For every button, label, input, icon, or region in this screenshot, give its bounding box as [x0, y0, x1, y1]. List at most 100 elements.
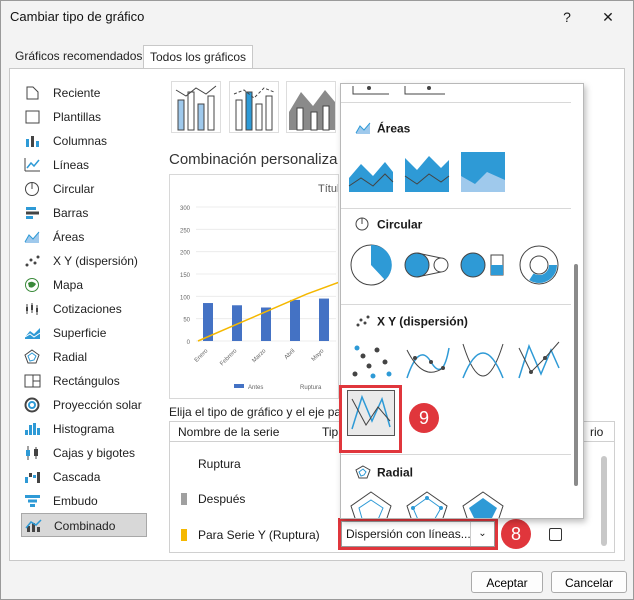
combo-variant-3-option[interactable] [286, 81, 336, 133]
sidebar-item-label: Rectángulos [53, 374, 120, 388]
sidebar-item-label: Radial [53, 350, 88, 364]
sidebar-item-label: Barras [53, 206, 89, 220]
sidebar-item-treemap[interactable]: Rectángulos [21, 369, 147, 393]
treemap-chart-icon [24, 373, 41, 389]
sidebar-item-label: Superficie [53, 326, 107, 340]
help-button[interactable]: ? [557, 7, 577, 27]
sidebar-item-box-whisker[interactable]: Cajas y bigotes [21, 441, 147, 465]
waterfall-chart-icon [24, 469, 41, 485]
column-chart-icon [24, 133, 41, 149]
x-tick-label: Mayo [311, 348, 326, 363]
sidebar-item-histogram[interactable]: Histograma [21, 417, 147, 441]
secondary-axis-checkbox[interactable] [549, 528, 562, 541]
doughnut-option[interactable] [515, 242, 563, 288]
dropdown-scrollbar[interactable] [574, 264, 578, 486]
sidebar-item-waterfall[interactable]: Cascada [21, 465, 147, 489]
sidebar-item-combo[interactable]: Combinado [21, 513, 147, 537]
sidebar-item-label: Embudo [53, 494, 98, 508]
sidebar-item-label: Áreas [53, 230, 85, 244]
scatter-smooth-markers-option[interactable] [403, 338, 451, 384]
x-tick-label: Abril [284, 348, 297, 361]
tab-recommended-charts[interactable]: Gráficos recomendados [9, 45, 148, 67]
y-tick-label: 150 [180, 273, 191, 279]
bar [290, 299, 300, 341]
cancel-button[interactable]: Cancelar [551, 571, 627, 593]
sidebar-item-label: Cotizaciones [53, 302, 122, 316]
chart-preview-canvas: 300 250 200 150 100 50 0Enero Febrero Marzo Abril… [180, 206, 338, 391]
sidebar-item-label: Mapa [53, 278, 84, 292]
callout-badge-9: 9 [409, 403, 439, 433]
bar-chart-icon [24, 205, 41, 221]
x-tick-label: Marzo [251, 348, 267, 364]
divider [341, 454, 571, 455]
sidebar-item-bars[interactable]: Barras [21, 201, 147, 225]
sidebar-item-columns[interactable]: Columnas [21, 129, 147, 153]
x-tick-label: Enero [194, 348, 210, 364]
y-tick-label: 200 [180, 251, 191, 257]
recent-icon [24, 85, 41, 101]
sidebar-item-surface[interactable]: Superficie [21, 321, 147, 345]
sidebar-item-areas[interactable]: Áreas [21, 225, 147, 249]
legend-label: Ruptura [300, 385, 322, 391]
legend-label: Antes [248, 385, 263, 391]
scatter-chart-icon [355, 314, 371, 331]
sidebar-item-lines[interactable]: Líneas [21, 153, 147, 177]
scatter-smooth-lines-option[interactable] [459, 338, 507, 384]
divider [341, 208, 571, 209]
sidebar-item-sunburst[interactable]: Proyección solar [21, 393, 147, 417]
sidebar-item-stock[interactable]: Cotizaciones [21, 297, 147, 321]
callout-highlight-9 [339, 385, 402, 453]
bar-of-pie-option[interactable] [459, 242, 507, 288]
callout-highlight-8 [338, 518, 498, 550]
sidebar-item-label: Histograma [53, 422, 115, 436]
y-tick-label: 250 [180, 228, 191, 234]
divider [341, 102, 571, 103]
surface-chart-icon [24, 325, 41, 341]
area-100-option[interactable] [459, 148, 507, 194]
series-grid-scrollbar[interactable] [601, 456, 607, 546]
close-button[interactable]: ✕ [598, 7, 618, 27]
sidebar-item-pie[interactable]: Circular [21, 177, 147, 201]
sidebar-item-funnel[interactable]: Embudo [21, 489, 147, 513]
y-tick-label: 300 [180, 206, 191, 212]
col-secondary-axis: rio [590, 425, 604, 439]
scatter-markers-option[interactable] [347, 338, 395, 384]
ok-button[interactable]: Aceptar [471, 571, 543, 593]
pie-basic-option[interactable] [347, 242, 395, 288]
series-prompt: Elija el tipo de gráfico y el eje pa [169, 405, 342, 419]
series-name: Después [198, 492, 246, 506]
sidebar-item-radar[interactable]: Radial [21, 345, 147, 369]
bar [319, 298, 329, 341]
sidebar-item-templates[interactable]: Plantillas [21, 105, 147, 129]
radar-filled-option[interactable] [459, 488, 507, 518]
section-radar: Radial [355, 465, 413, 482]
combo-variant-1-option[interactable] [171, 81, 221, 133]
area-stacked-option[interactable] [403, 148, 451, 194]
combo-variant-2-option[interactable] [229, 81, 279, 133]
box-whisker-chart-icon [24, 445, 41, 461]
pie-of-pie-option[interactable] [403, 242, 451, 288]
tab-all-charts[interactable]: Todos los gráficos [143, 45, 254, 69]
pie-chart-icon [355, 217, 371, 234]
sidebar-item-label: Circular [53, 182, 95, 196]
radar-chart-icon [355, 465, 371, 482]
series-color-swatch [181, 493, 187, 505]
combo-chart-icon [25, 518, 42, 534]
radar-basic-option[interactable] [347, 488, 395, 518]
legend-swatch [234, 384, 244, 388]
area-chart-icon [355, 121, 371, 138]
change-chart-type-dialog: Cambiar tipo de gráfico ? ✕ Gráficos rec… [0, 0, 634, 600]
scatter-lines-markers-option[interactable] [515, 338, 563, 384]
sidebar-item-scatter[interactable]: X Y (dispersión) [21, 249, 147, 273]
series-color-swatch [181, 458, 187, 470]
sidebar-item-label: Combinado [54, 519, 116, 533]
sidebar-item-recent[interactable]: Reciente [21, 81, 147, 105]
y-tick-label: 100 [180, 295, 191, 301]
radar-markers-option[interactable] [403, 488, 451, 518]
line-chart-partial-icon [352, 86, 445, 95]
area-basic-option[interactable] [347, 148, 395, 194]
sidebar-item-label: Cajas y bigotes [53, 446, 136, 460]
sidebar-item-map[interactable]: Mapa [21, 273, 147, 297]
divider [341, 304, 571, 305]
series-color-swatch [181, 529, 187, 541]
